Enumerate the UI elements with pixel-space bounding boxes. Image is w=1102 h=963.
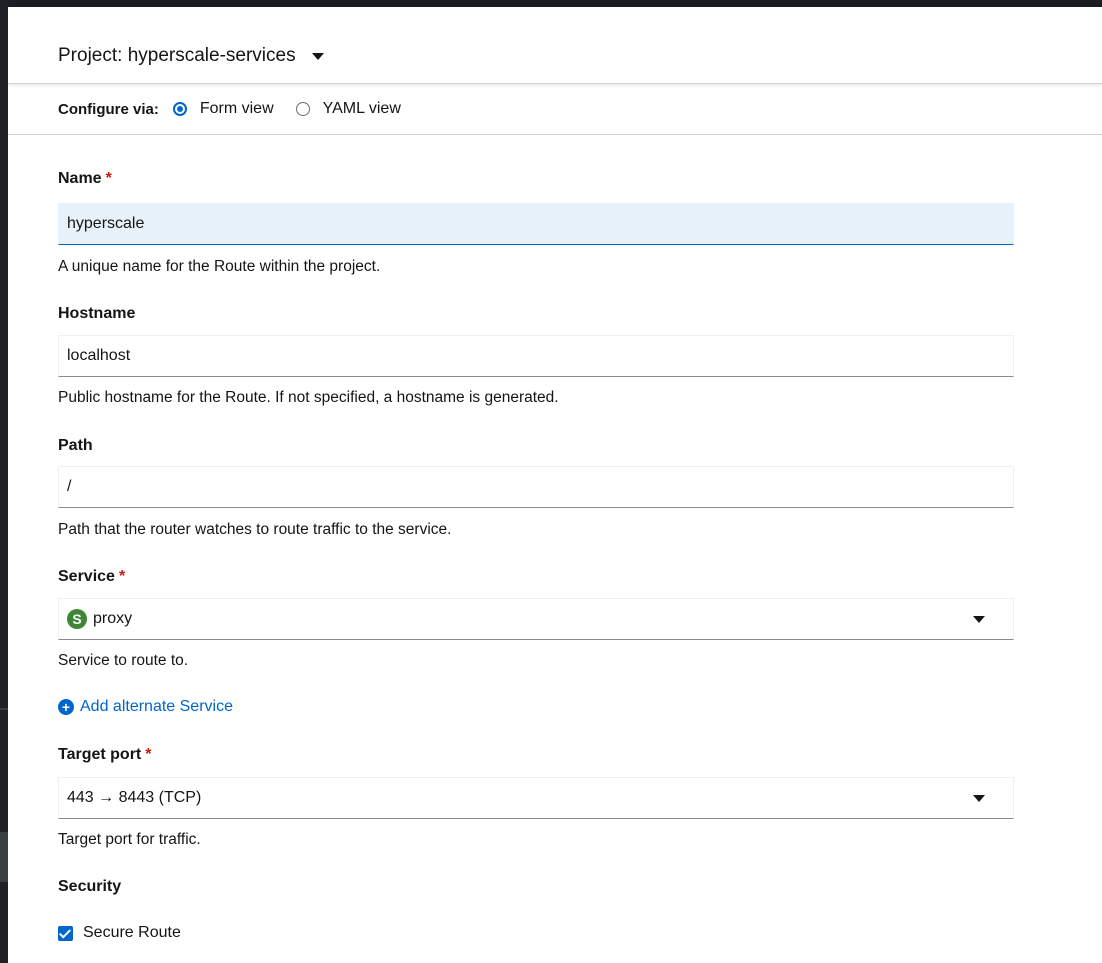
plus-circle-icon: + [58,699,74,715]
name-help-text: A unique name for the Route within the p… [58,258,381,275]
form-view-radio[interactable]: Form view [172,100,274,118]
service-select[interactable]: S proxy [58,598,1014,640]
nav-divider [0,708,8,710]
name-label-text: Name [58,170,102,187]
project-selector[interactable]: Project: hyperscale-services [58,45,324,67]
name-input-value: hyperscale [67,215,145,232]
secure-route-label: Secure Route [83,924,181,941]
configure-via-label: Configure via: [58,100,159,118]
hostname-input-value: localhost [67,347,131,364]
target-port-help-text: Target port for traffic. [58,831,201,848]
required-mark: * [105,170,112,187]
target-port-select-value: 443 → 8443 (TCP) [67,789,202,806]
service-label-text: Service [58,568,115,585]
hostname-label: Hostname [58,305,136,322]
target-port-label: Target port * [58,746,152,764]
form-view-label: Form view [199,100,274,117]
service-select-text: proxy [93,610,133,627]
target-port-label-text: Target port [58,746,142,763]
yaml-view-label: YAML view [322,100,401,117]
add-alternate-service-label: Add alternate Service [80,698,233,715]
path-help-text: Path that the router watches to route tr… [58,521,452,538]
service-help-text: Service to route to. [58,652,189,669]
name-input[interactable]: hyperscale [58,203,1014,245]
path-input[interactable]: / [58,466,1014,508]
yaml-view-radio[interactable]: YAML view [295,100,401,118]
service-select-value: S proxy [67,609,132,629]
path-label: Path [58,437,93,454]
radio-unselected-icon[interactable] [295,102,310,116]
hostname-input[interactable]: localhost [58,335,1014,377]
target-port-select[interactable]: 443 → 8443 (TCP) [58,777,1014,819]
required-mark: * [145,746,152,763]
project-bar: Project: hyperscale-services [8,7,1102,84]
caret-down-icon [973,615,985,623]
radio-selected-icon[interactable] [172,102,187,116]
left-nav-edge [0,0,8,963]
nav-active-item [0,832,8,882]
add-alternate-service-link[interactable]: + Add alternate Service [58,698,233,716]
required-mark: * [118,568,126,585]
secure-route-checkbox[interactable]: Secure Route [58,924,181,942]
service-badge-icon: S [67,609,87,629]
masthead-strip [0,0,1102,7]
checkbox-checked-icon[interactable] [58,925,73,941]
configure-via-row: Configure via: Form view YAML view [8,84,1102,135]
security-label: Security [58,878,122,895]
service-label: Service * [58,568,125,586]
hostname-help-text: Public hostname for the Route. If not sp… [58,389,559,406]
path-input-value: / [67,478,72,495]
name-label: Name * [58,170,112,188]
project-selector-label: Project: hyperscale-services [58,45,296,66]
caret-down-icon [973,794,985,802]
caret-down-icon [311,52,324,60]
